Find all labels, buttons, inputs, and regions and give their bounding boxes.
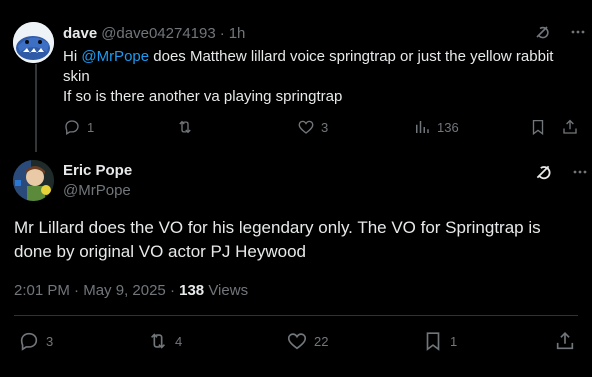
reply-icon	[18, 330, 40, 352]
bookmark-button[interactable]	[529, 118, 547, 136]
like-icon	[297, 118, 315, 136]
tweet-time[interactable]: 2:01 PM	[14, 282, 70, 299]
reply-action-bar: 1 3 136	[63, 118, 583, 138]
tweet-action-bar: 3 4 22 1	[14, 330, 580, 354]
views-button[interactable]: 136	[413, 118, 459, 136]
repost-button[interactable]: 4	[147, 330, 182, 352]
reply-button[interactable]: 1	[63, 118, 94, 136]
tweet-text: Mr Lillard does the VO for his legendary…	[14, 218, 541, 261]
author-handle[interactable]: @dave04274193	[101, 25, 216, 42]
tweet-meta: 2:01 PM · May 9, 2025 · 138 Views	[14, 282, 248, 299]
repost-icon	[147, 330, 169, 352]
avatar[interactable]	[13, 160, 54, 201]
views-label: Views	[208, 282, 249, 299]
like-count: 22	[314, 333, 329, 349]
grok-icon[interactable]	[534, 163, 552, 181]
author-name[interactable]: Eric Pope	[63, 162, 132, 179]
share-icon	[554, 330, 576, 352]
like-button[interactable]: 3	[297, 118, 328, 136]
reply-icon	[63, 118, 81, 136]
separator-dot: ·	[219, 25, 225, 42]
grok-icon[interactable]	[534, 24, 550, 40]
views-count: 138	[179, 282, 205, 299]
more-icon[interactable]	[572, 164, 588, 180]
repost-button[interactable]	[176, 118, 194, 136]
bookmark-count: 1	[450, 333, 458, 349]
like-button[interactable]: 22	[286, 330, 328, 352]
tweet-date[interactable]: May 9, 2025	[83, 282, 166, 299]
like-icon	[286, 330, 308, 352]
author-handle[interactable]: @MrPope	[63, 182, 131, 199]
thread-line	[35, 64, 37, 152]
share-button[interactable]	[554, 330, 576, 352]
repost-icon	[176, 118, 194, 136]
reply-count: 1	[87, 119, 95, 135]
reply-text: Hi @MrPope does Matthew lillard voice sp…	[63, 47, 583, 107]
bookmark-icon	[422, 330, 444, 352]
divider	[14, 315, 578, 316]
separator-dot: ·	[169, 282, 175, 299]
reply-header: dave @dave04274193 · 1h	[63, 25, 245, 42]
reply-count: 3	[46, 333, 54, 349]
reply-tweet[interactable]: dave @dave04274193 · 1h Hi @MrPope does …	[0, 0, 592, 152]
reply-text-prefix: Hi	[63, 48, 82, 65]
reply-button[interactable]: 3	[18, 330, 53, 352]
views-icon	[413, 118, 431, 136]
share-button[interactable]	[561, 118, 579, 136]
like-count: 3	[321, 119, 329, 135]
bookmark-icon	[529, 118, 547, 136]
avatar[interactable]	[13, 22, 54, 63]
separator-dot: ·	[74, 282, 80, 299]
tweet-header-icons	[534, 163, 588, 181]
bookmark-button[interactable]: 1	[422, 330, 457, 352]
reply-header-icons	[534, 24, 586, 40]
share-icon	[561, 118, 579, 136]
repost-count: 4	[175, 333, 183, 349]
mention-link[interactable]: @MrPope	[81, 48, 149, 65]
more-icon[interactable]	[570, 24, 586, 40]
reply-text-line2: If so is there another va playing spring…	[63, 88, 343, 105]
views-count: 136	[437, 119, 459, 135]
author-name[interactable]: dave	[63, 25, 97, 42]
timestamp[interactable]: 1h	[229, 25, 246, 42]
